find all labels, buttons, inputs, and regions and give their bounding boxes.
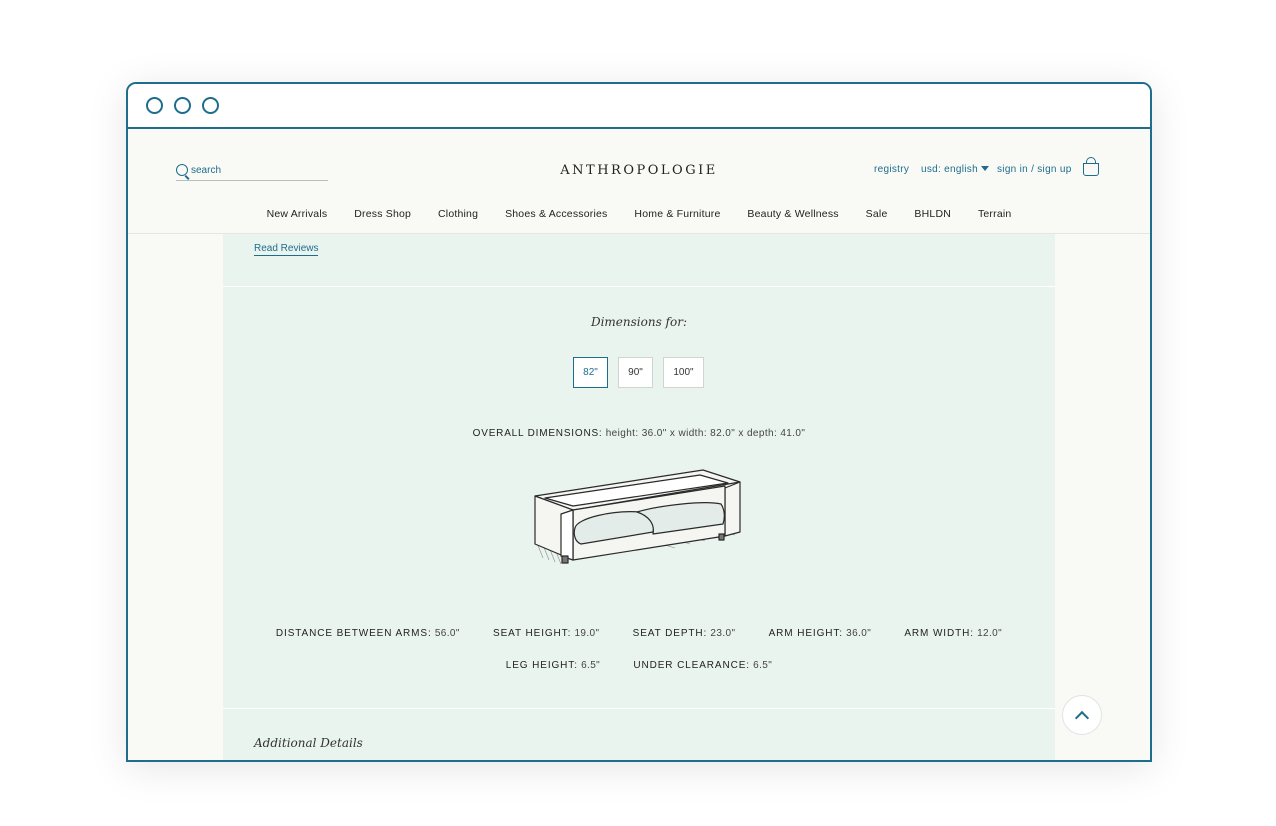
signin-link[interactable]: sign in / sign up [997, 164, 1072, 175]
spec-value: 6.5" [753, 660, 773, 671]
nav-item-new-arrivals[interactable]: New Arrivals [267, 208, 328, 220]
spec-label: DISTANCE BETWEEN ARMS: [275, 628, 432, 639]
spec-label: SEAT HEIGHT: [493, 628, 572, 639]
browser-window: search ANTHROPOLOGIE registry usd: engli… [126, 82, 1152, 762]
spec-leg-height: LEG HEIGHT: 6.5" [506, 660, 600, 671]
spec-label: ARM WIDTH: [904, 628, 974, 639]
spec-value: 23.0" [710, 628, 736, 639]
dimensions-heading: Dimensions for: [590, 315, 688, 329]
spec-value: 12.0" [977, 628, 1003, 639]
spec-label: ARM HEIGHT: [768, 628, 843, 639]
section-divider [223, 286, 1055, 287]
locale-selector[interactable]: usd: english [921, 164, 989, 175]
spec-value: 19.0" [574, 628, 600, 639]
back-to-top-button[interactable] [1062, 695, 1102, 735]
chevron-down-icon [980, 166, 989, 171]
overall-dimensions-value: height: 36.0" x width: 82.0" x depth: 41… [605, 428, 806, 439]
nav-item-bhldn[interactable]: BHLDN [914, 208, 951, 220]
locale-label: usd: english [921, 164, 978, 175]
spec-distance-between-arms: DISTANCE BETWEEN ARMS: 56.0" [276, 628, 460, 639]
nav-item-terrain[interactable]: Terrain [978, 208, 1012, 220]
section-divider [223, 708, 1055, 709]
size-option-90[interactable]: 90" [618, 357, 653, 388]
window-control-maximize[interactable] [202, 97, 219, 114]
specs-row-1: DISTANCE BETWEEN ARMS: 56.0" SEAT HEIGHT… [223, 628, 1055, 639]
spec-label: SEAT DEPTH: [632, 628, 708, 639]
window-control-close[interactable] [146, 97, 163, 114]
overall-dimensions: OVERALL DIMENSIONS: height: 36.0" x widt… [223, 428, 1055, 439]
spec-label: UNDER CLEARANCE: [633, 660, 750, 671]
spec-label: LEG HEIGHT: [505, 660, 578, 671]
read-reviews-link[interactable]: Read Reviews [254, 243, 319, 256]
browser-titlebar [128, 84, 1150, 129]
nav-item-beauty-wellness[interactable]: Beauty & Wellness [747, 208, 838, 220]
size-option-100[interactable]: 100" [663, 357, 704, 388]
spec-arm-height: ARM HEIGHT: 36.0" [769, 628, 872, 639]
product-details-panel: Read Reviews Dimensions for: 82" 90" 100… [223, 234, 1055, 760]
nav-item-clothing[interactable]: Clothing [438, 208, 478, 220]
shopping-bag-icon[interactable] [1083, 157, 1099, 176]
nav-item-dress-shop[interactable]: Dress Shop [354, 208, 411, 220]
registry-link[interactable]: registry [874, 164, 909, 175]
page-viewport: search ANTHROPOLOGIE registry usd: engli… [128, 129, 1150, 760]
additional-details-toggle[interactable]: Additional Details [254, 736, 363, 750]
spec-value: 6.5" [581, 660, 601, 671]
site-header: search ANTHROPOLOGIE registry usd: engli… [128, 129, 1150, 234]
nav-item-sale[interactable]: Sale [866, 208, 888, 220]
spec-value: 56.0" [434, 628, 460, 639]
chevron-up-icon [1074, 710, 1090, 725]
main-nav: New Arrivals Dress Shop Clothing Shoes &… [128, 208, 1150, 220]
size-option-82[interactable]: 82" [573, 357, 608, 388]
spec-under-clearance: UNDER CLEARANCE: 6.5" [633, 660, 772, 671]
specs-row-2: LEG HEIGHT: 6.5" UNDER CLEARANCE: 6.5" [223, 660, 1055, 671]
overall-dimensions-label: OVERALL DIMENSIONS: [472, 428, 603, 439]
spec-seat-height: SEAT HEIGHT: 19.0" [493, 628, 599, 639]
nav-item-home-furniture[interactable]: Home & Furniture [634, 208, 720, 220]
nav-item-shoes-accessories[interactable]: Shoes & Accessories [505, 208, 607, 220]
sofa-diagram [534, 469, 741, 565]
window-control-minimize[interactable] [174, 97, 191, 114]
spec-arm-width: ARM WIDTH: 12.0" [904, 628, 1002, 639]
spec-seat-depth: SEAT DEPTH: 23.0" [633, 628, 736, 639]
spec-value: 36.0" [846, 628, 872, 639]
